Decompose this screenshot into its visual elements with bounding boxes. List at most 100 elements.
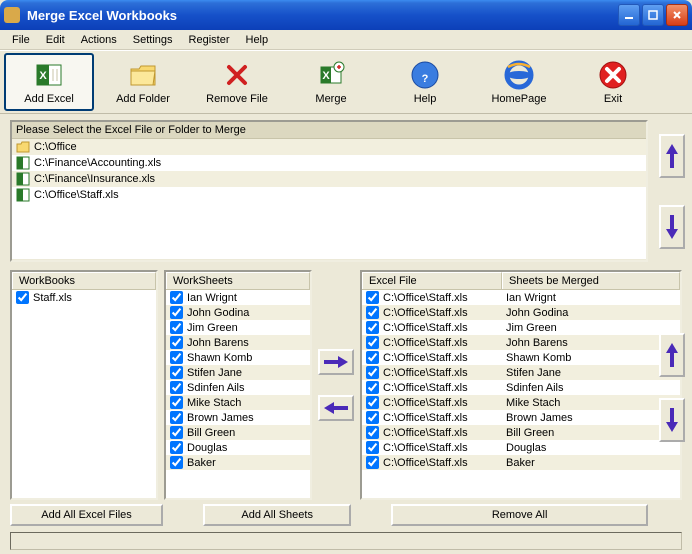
remove-all-button[interactable]: Remove All	[391, 504, 648, 526]
merge-checkbox[interactable]	[366, 351, 379, 364]
merge-checkbox[interactable]	[366, 306, 379, 319]
worksheet-row[interactable]: John Godina	[166, 305, 310, 320]
worksheet-checkbox[interactable]	[170, 456, 183, 469]
merge-row[interactable]: C:\Office\Staff.xlsJim Green	[362, 320, 680, 335]
worksheet-row[interactable]: Douglas	[166, 440, 310, 455]
merge-file: C:\Office\Staff.xls	[383, 457, 468, 469]
add-folder-button[interactable]: Add Folder	[98, 53, 188, 111]
bottom-buttons: Add All Excel Files Add All Sheets Remov…	[10, 504, 648, 526]
worksheet-checkbox[interactable]	[170, 411, 183, 424]
merge-row[interactable]: C:\Office\Staff.xlsSdinfen Ails	[362, 380, 680, 395]
worksheet-checkbox[interactable]	[170, 336, 183, 349]
toolbar-label: Remove File	[206, 93, 268, 105]
excel-icon	[16, 156, 30, 170]
worksheet-name: Mike Stach	[187, 397, 241, 409]
move-down-button[interactable]	[659, 205, 685, 249]
worksheet-row[interactable]: Stifen Jane	[166, 365, 310, 380]
worksheet-checkbox[interactable]	[170, 381, 183, 394]
merge-list[interactable]: C:\Office\Staff.xlsIan WrigntC:\Office\S…	[362, 290, 680, 498]
worksheet-checkbox[interactable]	[170, 351, 183, 364]
file-row[interactable]: C:\Office	[12, 139, 646, 155]
worksheet-row[interactable]: Ian Wrignt	[166, 290, 310, 305]
merge-file: C:\Office\Staff.xls	[383, 307, 468, 319]
worksheet-checkbox[interactable]	[170, 291, 183, 304]
close-button[interactable]	[666, 4, 688, 26]
add-to-merge-button[interactable]	[318, 349, 354, 375]
worksheet-checkbox[interactable]	[170, 366, 183, 379]
worksheet-row[interactable]: Mike Stach	[166, 395, 310, 410]
worksheet-row[interactable]: John Barens	[166, 335, 310, 350]
worksheet-checkbox[interactable]	[170, 426, 183, 439]
menu-register[interactable]: Register	[181, 32, 238, 48]
merge-checkbox[interactable]	[366, 366, 379, 379]
merge-sheet: Jim Green	[506, 322, 676, 334]
merge-row[interactable]: C:\Office\Staff.xlsShawn Komb	[362, 350, 680, 365]
worksheet-row[interactable]: Jim Green	[166, 320, 310, 335]
file-row[interactable]: C:\Finance\Accounting.xls	[12, 155, 646, 171]
merge-row[interactable]: C:\Office\Staff.xlsMike Stach	[362, 395, 680, 410]
merge-checkbox[interactable]	[366, 441, 379, 454]
menu-help[interactable]: Help	[238, 32, 277, 48]
add-all-excel-button[interactable]: Add All Excel Files	[10, 504, 163, 526]
add-all-sheets-button[interactable]: Add All Sheets	[203, 504, 351, 526]
menu-actions[interactable]: Actions	[73, 32, 125, 48]
worksheet-checkbox[interactable]	[170, 306, 183, 319]
merge-checkbox[interactable]	[366, 381, 379, 394]
merge-checkbox[interactable]	[366, 426, 379, 439]
merge-sheet: Ian Wrignt	[506, 292, 676, 304]
maximize-button[interactable]	[642, 4, 664, 26]
worksheet-row[interactable]: Sdinfen Ails	[166, 380, 310, 395]
worksheets-header[interactable]: WorkSheets	[166, 272, 310, 289]
merge-checkbox[interactable]	[366, 321, 379, 334]
menu-settings[interactable]: Settings	[125, 32, 181, 48]
worksheet-checkbox[interactable]	[170, 441, 183, 454]
merge-checkbox[interactable]	[366, 291, 379, 304]
exit-button[interactable]: Exit	[568, 53, 658, 111]
merge-header-excel[interactable]: Excel File	[362, 272, 502, 289]
help-button[interactable]: ? Help	[380, 53, 470, 111]
merge-row[interactable]: C:\Office\Staff.xlsBill Green	[362, 425, 680, 440]
merge-row[interactable]: C:\Office\Staff.xlsBrown James	[362, 410, 680, 425]
merge-row[interactable]: C:\Office\Staff.xlsJohn Godina	[362, 305, 680, 320]
merge-sheet: Bill Green	[506, 427, 676, 439]
merge-move-up-button[interactable]	[659, 333, 685, 377]
merge-row[interactable]: C:\Office\Staff.xlsIan Wrignt	[362, 290, 680, 305]
worksheets-list[interactable]: Ian WrigntJohn GodinaJim Green John Baren…	[166, 290, 310, 498]
file-path: C:\Office\Staff.xls	[34, 189, 119, 201]
file-list[interactable]: C:\OfficeC:\Finance\Accounting.xlsC:\Fin…	[12, 139, 646, 259]
menu-file[interactable]: File	[4, 32, 38, 48]
menu-edit[interactable]: Edit	[38, 32, 73, 48]
workbooks-list[interactable]: Staff.xls	[12, 290, 156, 498]
worksheet-checkbox[interactable]	[170, 396, 183, 409]
workbook-row[interactable]: Staff.xls	[12, 290, 156, 305]
merge-checkbox[interactable]	[366, 396, 379, 409]
merge-header-sheets[interactable]: Sheets be Merged	[502, 272, 680, 289]
merge-button[interactable]: X Merge	[286, 53, 376, 111]
transfer-arrows	[312, 270, 360, 500]
remove-file-button[interactable]: Remove File	[192, 53, 282, 111]
homepage-button[interactable]: HomePage	[474, 53, 564, 111]
add-excel-button[interactable]: X Add Excel	[4, 53, 94, 111]
merge-row[interactable]: C:\Office\Staff.xlsStifen Jane	[362, 365, 680, 380]
worksheet-row[interactable]: Brown James	[166, 410, 310, 425]
remove-icon	[221, 59, 253, 91]
worksheet-name: John Barens	[187, 337, 249, 349]
worksheet-row[interactable]: Shawn Komb	[166, 350, 310, 365]
workbooks-header[interactable]: WorkBooks	[12, 272, 156, 289]
merge-move-down-button[interactable]	[659, 398, 685, 442]
merge-checkbox[interactable]	[366, 336, 379, 349]
minimize-button[interactable]	[618, 4, 640, 26]
merge-row[interactable]: C:\Office\Staff.xlsBaker	[362, 455, 680, 470]
worksheet-row[interactable]: Bill Green	[166, 425, 310, 440]
move-up-button[interactable]	[659, 134, 685, 178]
remove-from-merge-button[interactable]	[318, 395, 354, 421]
merge-row[interactable]: C:\Office\Staff.xlsDouglas	[362, 440, 680, 455]
file-row[interactable]: C:\Office\Staff.xls	[12, 187, 646, 203]
worksheet-checkbox[interactable]	[170, 321, 183, 334]
merge-checkbox[interactable]	[366, 456, 379, 469]
file-row[interactable]: C:\Finance\Insurance.xls	[12, 171, 646, 187]
workbook-checkbox[interactable]	[16, 291, 29, 304]
merge-row[interactable]: C:\Office\Staff.xlsJohn Barens	[362, 335, 680, 350]
merge-checkbox[interactable]	[366, 411, 379, 424]
worksheet-row[interactable]: Baker	[166, 455, 310, 470]
